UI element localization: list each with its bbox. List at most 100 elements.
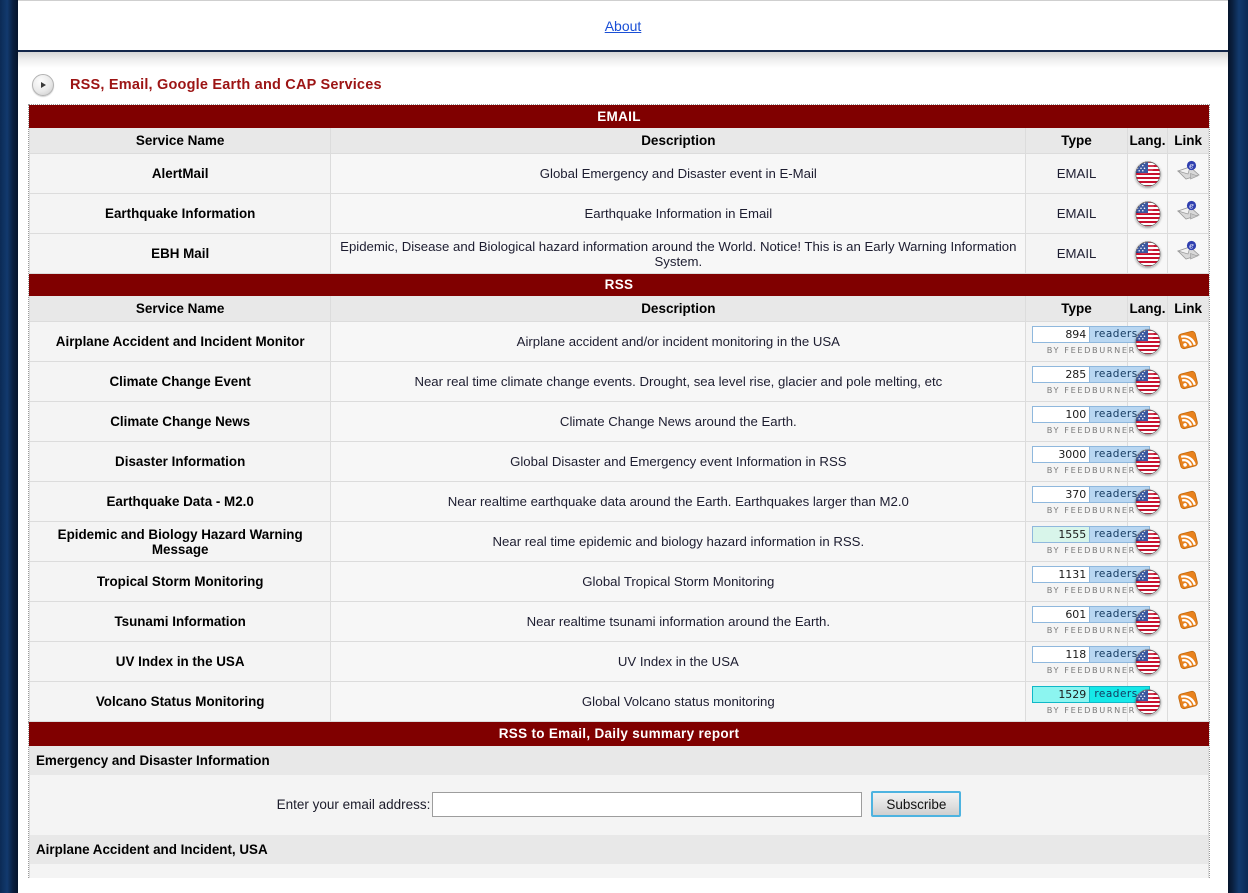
email-envelope-icon[interactable]: e xyxy=(1174,240,1202,267)
page-title: RSS, Email, Google Earth and CAP Service… xyxy=(70,77,382,93)
service-link[interactable]: e xyxy=(1167,193,1209,234)
column-header-type: Type xyxy=(1025,127,1128,154)
service-description: Global Disaster and Emergency event Info… xyxy=(330,441,1027,482)
rss-feed-icon[interactable] xyxy=(1176,688,1200,715)
service-description: Near real time epidemic and biology haza… xyxy=(330,521,1027,562)
subscribe-form: Enter your email address: Subscribe xyxy=(29,775,1209,835)
feedburner-badge-top: 601 readers xyxy=(1032,606,1151,624)
rss-feed-icon[interactable] xyxy=(1176,408,1200,435)
rss-feed-icon[interactable] xyxy=(1176,648,1200,675)
rss-to-email-bar: RSS to Email, Daily summary report xyxy=(29,722,1209,746)
service-type: 894 readers BY FEEDBURNER xyxy=(1025,321,1151,362)
rss-section-bar-label: RSS xyxy=(29,273,1209,296)
service-type: EMAIL xyxy=(1025,233,1128,274)
service-link[interactable]: e xyxy=(1167,233,1209,274)
service-description: Near realtime tsunami information around… xyxy=(330,601,1027,642)
table-row: EBH Mail Epidemic, Disease and Biological… xyxy=(28,233,1209,274)
service-type: 285 readers BY FEEDBURNER xyxy=(1025,361,1151,402)
service-description: Global Emergency and Disaster event in E… xyxy=(330,153,1027,194)
svg-text:e: e xyxy=(1189,162,1194,171)
column-header-name: Service Name xyxy=(28,127,332,154)
email-section-bar: EMAIL xyxy=(29,105,1209,128)
feedburner-badge[interactable]: 601 readers BY FEEDBURNER xyxy=(1032,606,1151,636)
feedburner-reader-count: 285 xyxy=(1033,367,1091,383)
column-header-link: Link xyxy=(1167,295,1209,322)
rss-feed-icon[interactable] xyxy=(1176,328,1200,355)
service-language xyxy=(1126,193,1169,234)
feedburner-badge-top: 370 readers xyxy=(1032,486,1151,504)
rss-feed-icon[interactable] xyxy=(1176,448,1200,475)
subscribe-button[interactable]: Subscribe xyxy=(871,791,962,817)
service-link[interactable] xyxy=(1167,681,1209,722)
feedburner-badge[interactable]: 1555 readers BY FEEDBURNER xyxy=(1032,526,1151,556)
feedburner-badge[interactable]: 1529 readers BY FEEDBURNER xyxy=(1032,686,1151,716)
service-language xyxy=(1126,153,1169,194)
window-frame-left xyxy=(0,0,18,893)
table-row: Tsunami Information Near realtime tsunami… xyxy=(28,601,1209,642)
feedburner-badge[interactable]: 118 readers BY FEEDBURNER xyxy=(1032,646,1151,676)
feedburner-badge[interactable]: 100 readers BY FEEDBURNER xyxy=(1032,406,1151,436)
feedburner-badge[interactable]: 1131 readers BY FEEDBURNER xyxy=(1032,566,1151,596)
table-row: Airplane Accident and Incident Monitor Ai… xyxy=(28,321,1209,362)
rss-feed-icon[interactable] xyxy=(1176,528,1200,555)
email-envelope-icon[interactable]: e xyxy=(1174,160,1202,187)
service-link[interactable] xyxy=(1167,641,1209,682)
us-flag-icon xyxy=(1134,688,1161,715)
table-row: AlertMail Global Emergency and Disaster e… xyxy=(28,153,1209,194)
service-name: Epidemic and Biology Hazard Warning Mess… xyxy=(28,521,332,562)
column-header-lang: Lang. xyxy=(1126,127,1169,154)
service-link[interactable] xyxy=(1167,321,1209,362)
email-field-label: Enter your email address: xyxy=(276,796,431,812)
play-circle-icon[interactable] xyxy=(32,74,54,96)
service-type: EMAIL xyxy=(1025,193,1128,234)
feedburner-badge[interactable]: 3000 readers BY FEEDBURNER xyxy=(1032,446,1151,476)
email-input[interactable] xyxy=(432,791,863,817)
service-link[interactable]: e xyxy=(1167,153,1209,194)
service-type: 1555 readers BY FEEDBURNER xyxy=(1025,521,1151,562)
feedburner-reader-count: 370 xyxy=(1033,487,1091,503)
email-section-bar-label: EMAIL xyxy=(29,105,1209,128)
us-flag-icon xyxy=(1134,240,1161,267)
feedburner-badge[interactable]: 894 readers BY FEEDBURNER xyxy=(1032,326,1151,356)
column-header-link: Link xyxy=(1167,127,1209,154)
services-table-wrapper: EMAIL Service Name Description Type Lang. Lin… xyxy=(28,104,1210,722)
rss-feed-icon[interactable] xyxy=(1176,488,1200,515)
service-link[interactable] xyxy=(1167,481,1209,522)
rss-feed-icon[interactable] xyxy=(1176,368,1200,395)
feedburner-badge-top: 1131 readers xyxy=(1032,566,1151,584)
feedburner-badge[interactable]: 370 readers BY FEEDBURNER xyxy=(1032,486,1151,516)
service-description: Near realtime earthquake data around the… xyxy=(330,481,1027,522)
feedburner-reader-count: 601 xyxy=(1033,607,1091,623)
services-table: EMAIL Service Name Description Type Lang. Lin… xyxy=(28,105,1209,722)
service-link[interactable] xyxy=(1167,401,1209,442)
column-header-type: Type xyxy=(1025,295,1128,322)
feedburner-reader-count: 100 xyxy=(1033,407,1091,423)
table-row: UV Index in the USA UV Index in the USA 11… xyxy=(28,641,1209,682)
feedburner-reader-count: 3000 xyxy=(1033,447,1091,463)
feedburner-badge-top: 1555 readers xyxy=(1032,526,1151,544)
header-gradient-strip xyxy=(18,52,1228,68)
table-row: Epidemic and Biology Hazard Warning Mess… xyxy=(28,521,1209,562)
column-header-lang: Lang. xyxy=(1126,295,1169,322)
service-name: Airplane Accident and Incident Monitor xyxy=(28,321,332,362)
table-row: Earthquake Information Earthquake Informa… xyxy=(28,193,1209,234)
rss-feed-icon[interactable] xyxy=(1176,608,1200,635)
service-link[interactable] xyxy=(1167,561,1209,602)
us-flag-icon xyxy=(1134,568,1161,595)
service-link[interactable] xyxy=(1167,361,1209,402)
feedburner-badge-top: 3000 readers xyxy=(1032,446,1151,464)
window-frame-right xyxy=(1228,0,1248,893)
service-link[interactable] xyxy=(1167,601,1209,642)
service-link[interactable] xyxy=(1167,441,1209,482)
service-description: UV Index in the USA xyxy=(330,641,1027,682)
service-name: AlertMail xyxy=(28,153,332,194)
service-link[interactable] xyxy=(1167,521,1209,562)
us-flag-icon xyxy=(1134,408,1161,435)
email-envelope-icon[interactable]: e xyxy=(1174,200,1202,227)
rss-feed-icon[interactable] xyxy=(1176,568,1200,595)
feedburner-badge[interactable]: 285 readers BY FEEDBURNER xyxy=(1032,366,1151,396)
nav-link-about[interactable]: About xyxy=(605,18,642,34)
us-flag-icon xyxy=(1134,608,1161,635)
table-row: Tropical Storm Monitoring Global Tropical… xyxy=(28,561,1209,602)
service-description: Global Tropical Storm Monitoring xyxy=(330,561,1027,602)
